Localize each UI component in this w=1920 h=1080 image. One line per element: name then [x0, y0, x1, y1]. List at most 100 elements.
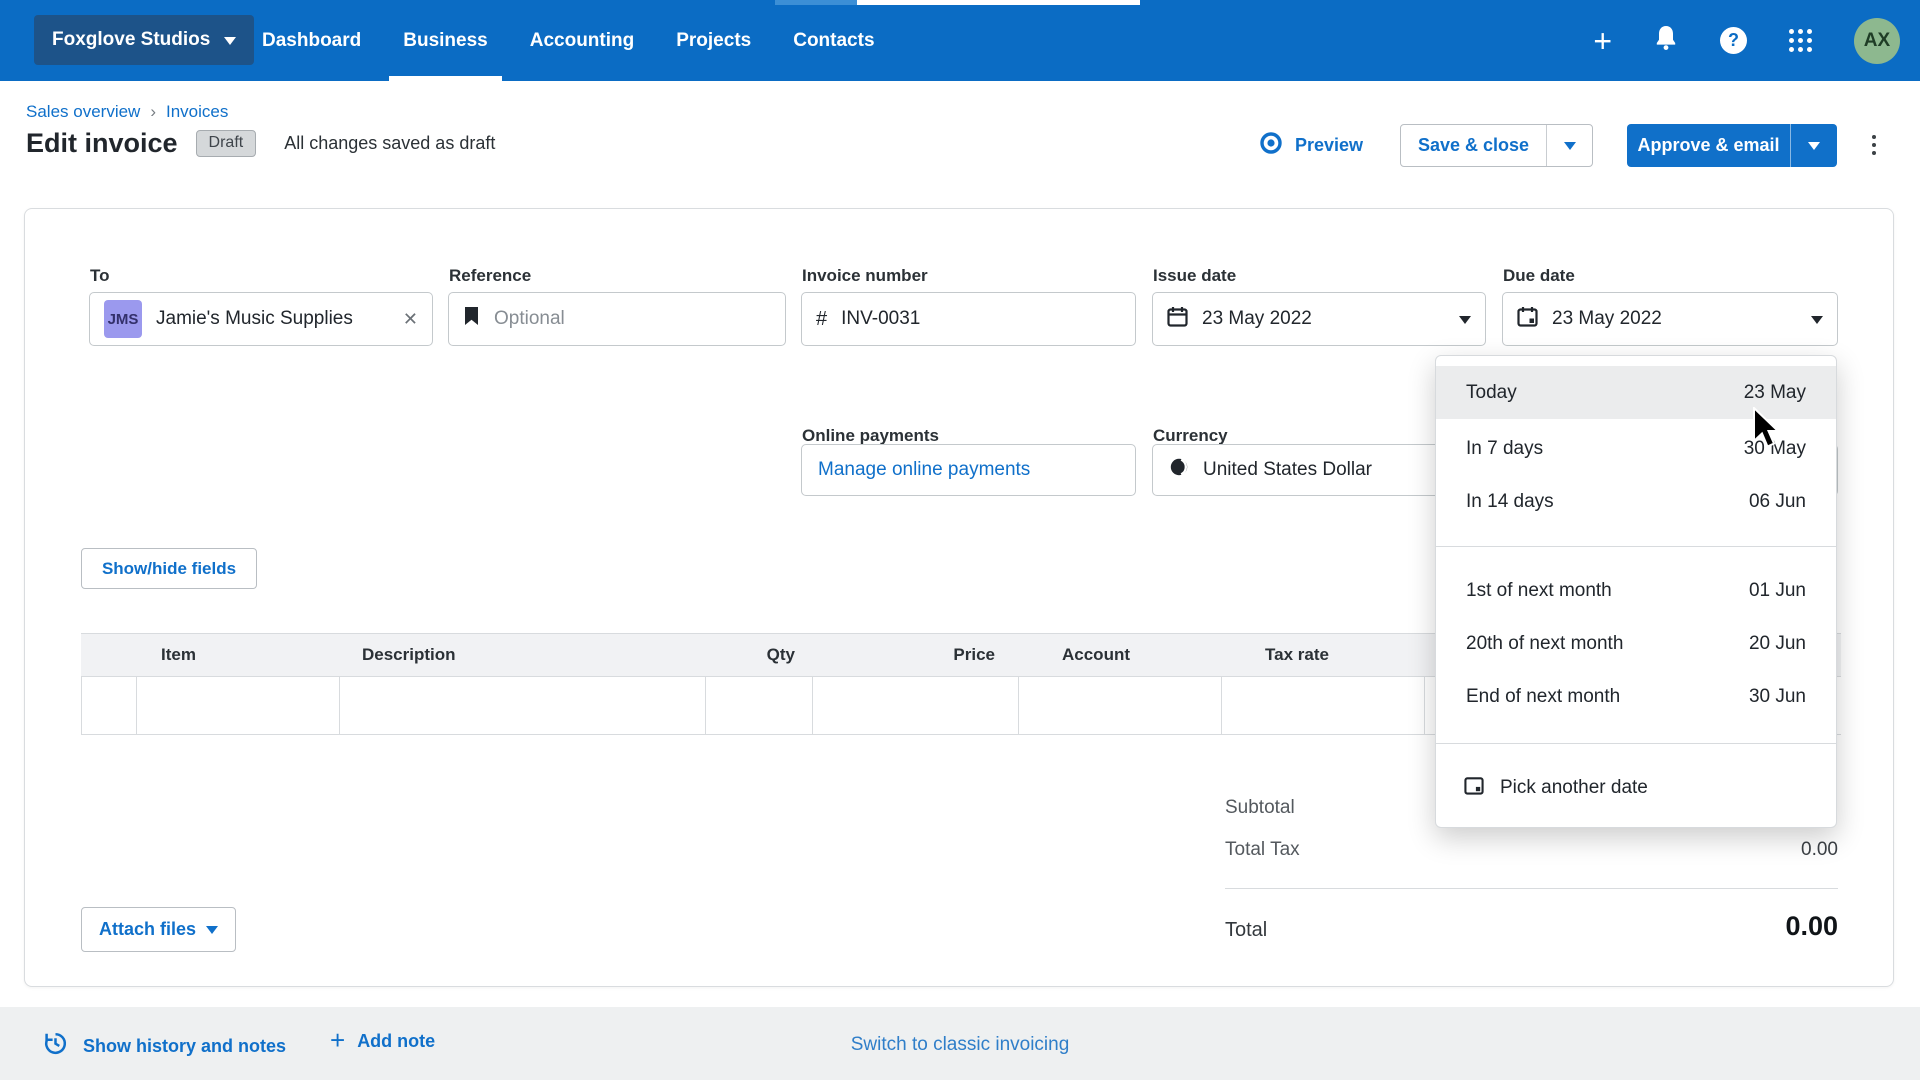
chevron-down-icon [1811, 316, 1823, 330]
nav-item-business[interactable]: Business [403, 0, 487, 81]
nav-item-dashboard[interactable]: Dashboard [262, 0, 361, 81]
attach-files-button[interactable]: Attach files [81, 907, 236, 952]
total-value: 0.00 [1575, 911, 1838, 942]
nav-utility-icons: AX [1593, 0, 1900, 81]
manage-online-payments-link[interactable]: Manage online payments [818, 459, 1030, 481]
add-note-link[interactable]: Add note [330, 1030, 435, 1053]
due-date-value: 23 May 2022 [1552, 308, 1662, 330]
menu-divider [1436, 743, 1836, 744]
breadcrumb-invoices[interactable]: Invoices [166, 102, 228, 122]
currency-label: Currency [1153, 426, 1228, 446]
menu-item-20th-next-month[interactable]: 20th of next month 20 Jun [1436, 617, 1836, 670]
issue-date-field[interactable]: 23 May 2022 [1152, 292, 1486, 346]
contact-initials-chip: JMS [104, 300, 142, 338]
title-row: Edit invoice Draft All changes saved as … [26, 128, 495, 159]
calendar-dot-icon [1517, 306, 1538, 333]
menu-item-today[interactable]: Today 23 May [1436, 366, 1836, 419]
col-description: Description [362, 645, 456, 665]
nav-item-accounting[interactable]: Accounting [530, 0, 635, 81]
page-title: Edit invoice [26, 128, 178, 159]
chevron-down-icon [206, 926, 218, 940]
eye-icon [1259, 131, 1283, 160]
chevron-down-icon [1808, 142, 1820, 156]
save-close-button[interactable]: Save & close [1401, 125, 1547, 166]
chevron-down-icon [1459, 316, 1471, 330]
due-date-field[interactable]: 23 May 2022 [1502, 292, 1838, 346]
issue-date-label: Issue date [1153, 266, 1236, 286]
currency-globe-icon [1169, 457, 1189, 483]
top-navbar: Foxglove Studios Dashboard Business Acco… [0, 0, 1920, 81]
app-launcher-icon[interactable] [1789, 29, 1812, 52]
reference-field[interactable]: Optional [448, 292, 786, 346]
subtotal-label: Subtotal [1225, 797, 1295, 819]
col-price: Price [885, 645, 995, 665]
invoice-number-label: Invoice number [802, 266, 928, 286]
plus-icon [330, 1027, 345, 1053]
preview-button[interactable]: Preview [1259, 131, 1363, 160]
total-tax-label: Total Tax [1225, 839, 1300, 861]
breadcrumb: Sales overview › Invoices [26, 102, 228, 122]
total-tax-value: 0.00 [1625, 839, 1838, 861]
account-cell[interactable] [1019, 677, 1222, 734]
help-icon[interactable] [1720, 27, 1747, 54]
nav-item-contacts[interactable]: Contacts [793, 0, 874, 81]
total-label: Total [1225, 919, 1267, 942]
breadcrumb-sales-overview[interactable]: Sales overview [26, 102, 140, 122]
save-close-menu-button[interactable] [1547, 125, 1592, 166]
approve-email-menu-button[interactable] [1791, 124, 1837, 167]
reference-placeholder: Optional [494, 308, 565, 330]
chevron-down-icon [1564, 142, 1576, 156]
approve-email-button[interactable]: Approve & email [1627, 124, 1791, 167]
col-item: Item [161, 645, 196, 665]
menu-item-end-next-month[interactable]: End of next month 30 Jun [1436, 670, 1836, 723]
show-hide-fields-button[interactable]: Show/hide fields [81, 548, 257, 589]
notifications-bell-icon[interactable] [1654, 25, 1678, 56]
due-date-dropdown: Today 23 May In 7 days 30 May In 14 days… [1435, 355, 1837, 828]
invoice-number-field[interactable]: # INV-0031 [801, 292, 1136, 346]
org-name: Foxglove Studios [52, 29, 210, 51]
currency-value: United States Dollar [1203, 459, 1372, 481]
col-account: Account [1062, 645, 1130, 665]
description-cell[interactable] [340, 677, 706, 734]
due-date-label: Due date [1503, 266, 1575, 286]
online-payments-label: Online payments [802, 426, 939, 446]
switch-classic-invoicing-link[interactable]: Switch to classic invoicing [851, 1034, 1070, 1056]
menu-item-pick-another-date[interactable]: Pick another date [1436, 760, 1836, 816]
chevron-down-icon [224, 37, 236, 51]
menu-item-in-14-days[interactable]: In 14 days 06 Jun [1436, 475, 1836, 528]
more-options-kebab-button[interactable] [1870, 133, 1878, 157]
footer-bar: Show history and notes Add note Switch t… [0, 1007, 1920, 1080]
price-cell[interactable] [813, 677, 1019, 734]
calendar-dot-icon [1464, 775, 1484, 801]
calendar-icon [1167, 306, 1188, 333]
bookmark-icon [463, 306, 480, 332]
reference-label: Reference [449, 266, 531, 286]
col-tax-rate: Tax rate [1265, 645, 1329, 665]
qty-cell[interactable] [706, 677, 813, 734]
totals-divider [1225, 888, 1838, 889]
show-history-link[interactable]: Show history and notes [42, 1030, 286, 1062]
invoice-number-value: INV-0031 [841, 308, 920, 330]
to-contact-field[interactable]: JMS Jamie's Music Supplies [89, 292, 433, 346]
row-drag-handle-cell[interactable] [82, 677, 137, 734]
history-clock-icon [42, 1030, 69, 1062]
remove-contact-icon[interactable] [403, 309, 418, 330]
save-close-split-button: Save & close [1400, 124, 1593, 167]
create-new-icon[interactable] [1593, 25, 1612, 57]
approve-email-split-button: Approve & email [1627, 124, 1837, 167]
top-loading-artifact-white [857, 0, 1140, 5]
to-label: To [90, 266, 110, 286]
menu-item-1st-next-month[interactable]: 1st of next month 01 Jun [1436, 564, 1836, 617]
issue-date-value: 23 May 2022 [1202, 308, 1312, 330]
primary-nav: Dashboard Business Accounting Projects C… [262, 0, 875, 81]
menu-divider [1436, 546, 1836, 547]
item-cell[interactable] [137, 677, 340, 734]
col-qty: Qty [715, 645, 795, 665]
org-switcher[interactable]: Foxglove Studios [34, 15, 254, 65]
nav-item-projects[interactable]: Projects [676, 0, 751, 81]
breadcrumb-separator: › [150, 102, 156, 122]
tax-rate-cell[interactable] [1222, 677, 1425, 734]
user-avatar[interactable]: AX [1854, 18, 1900, 64]
menu-item-in-7-days[interactable]: In 7 days 30 May [1436, 422, 1836, 475]
status-badge: Draft [196, 130, 257, 157]
